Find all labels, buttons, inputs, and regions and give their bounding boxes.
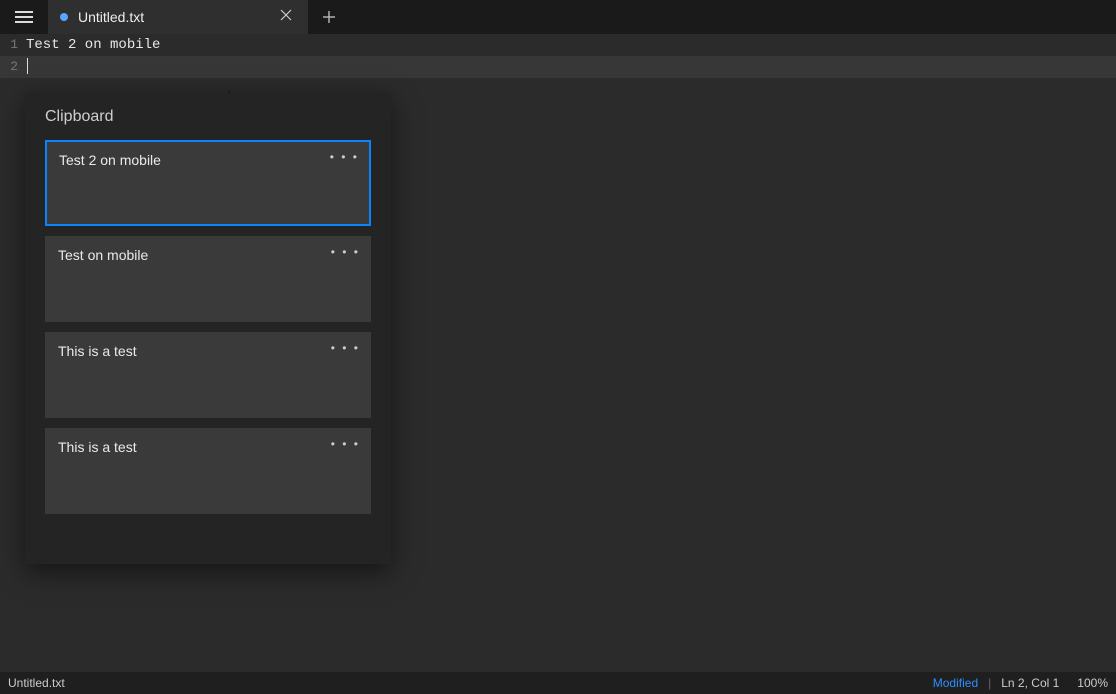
clipboard-item-text: Test on mobile bbox=[58, 247, 148, 263]
clipboard-history-panel: Clipboard Test 2 on mobile• • •Test on m… bbox=[25, 92, 391, 564]
new-tab-button[interactable] bbox=[308, 0, 350, 34]
status-filename: Untitled.txt bbox=[8, 676, 933, 690]
status-modified: Modified bbox=[933, 676, 978, 690]
close-tab-button[interactable] bbox=[276, 9, 296, 25]
clipboard-item[interactable]: Test on mobile • • • bbox=[45, 236, 371, 322]
status-separator: | bbox=[988, 676, 991, 690]
editor-line[interactable]: 2 bbox=[0, 56, 1116, 78]
plus-icon bbox=[322, 10, 336, 24]
clipboard-item-more-button[interactable]: • • • bbox=[331, 341, 360, 355]
clipboard-item-more-button[interactable]: • • • bbox=[331, 245, 360, 259]
tab-untitled[interactable]: Untitled.txt bbox=[48, 0, 308, 34]
tab-title: Untitled.txt bbox=[78, 9, 144, 25]
clipboard-item-more-button[interactable]: • • • bbox=[331, 437, 360, 451]
line-number: 2 bbox=[0, 56, 22, 78]
clipboard-item[interactable]: This is a test • • • bbox=[45, 428, 371, 514]
editor-line[interactable]: 1Test 2 on mobile bbox=[0, 34, 1116, 56]
hamburger-menu-button[interactable] bbox=[0, 0, 48, 34]
text-caret bbox=[27, 58, 28, 74]
status-position: Ln 2, Col 1 bbox=[1001, 676, 1059, 690]
clipboard-item-text: This is a test bbox=[58, 343, 137, 359]
status-bar: Untitled.txt Modified | Ln 2, Col 1 100% bbox=[0, 672, 1116, 694]
clipboard-title: Clipboard bbox=[45, 108, 371, 126]
clipboard-item-text: Test 2 on mobile bbox=[59, 152, 161, 168]
clipboard-item-text: This is a test bbox=[58, 439, 137, 455]
title-bar: Untitled.txt bbox=[0, 0, 1116, 34]
clipboard-item[interactable]: This is a test • • • bbox=[45, 332, 371, 418]
line-text[interactable] bbox=[22, 56, 28, 78]
hamburger-icon bbox=[15, 11, 33, 23]
status-zoom[interactable]: 100% bbox=[1077, 676, 1108, 690]
clipboard-item-more-button[interactable]: • • • bbox=[330, 150, 359, 164]
line-number: 1 bbox=[0, 34, 22, 56]
clipboard-item[interactable]: Test 2 on mobile • • • bbox=[45, 140, 371, 226]
unsaved-dot-icon bbox=[60, 13, 68, 21]
close-icon bbox=[280, 9, 292, 21]
line-text[interactable]: Test 2 on mobile bbox=[22, 34, 160, 56]
